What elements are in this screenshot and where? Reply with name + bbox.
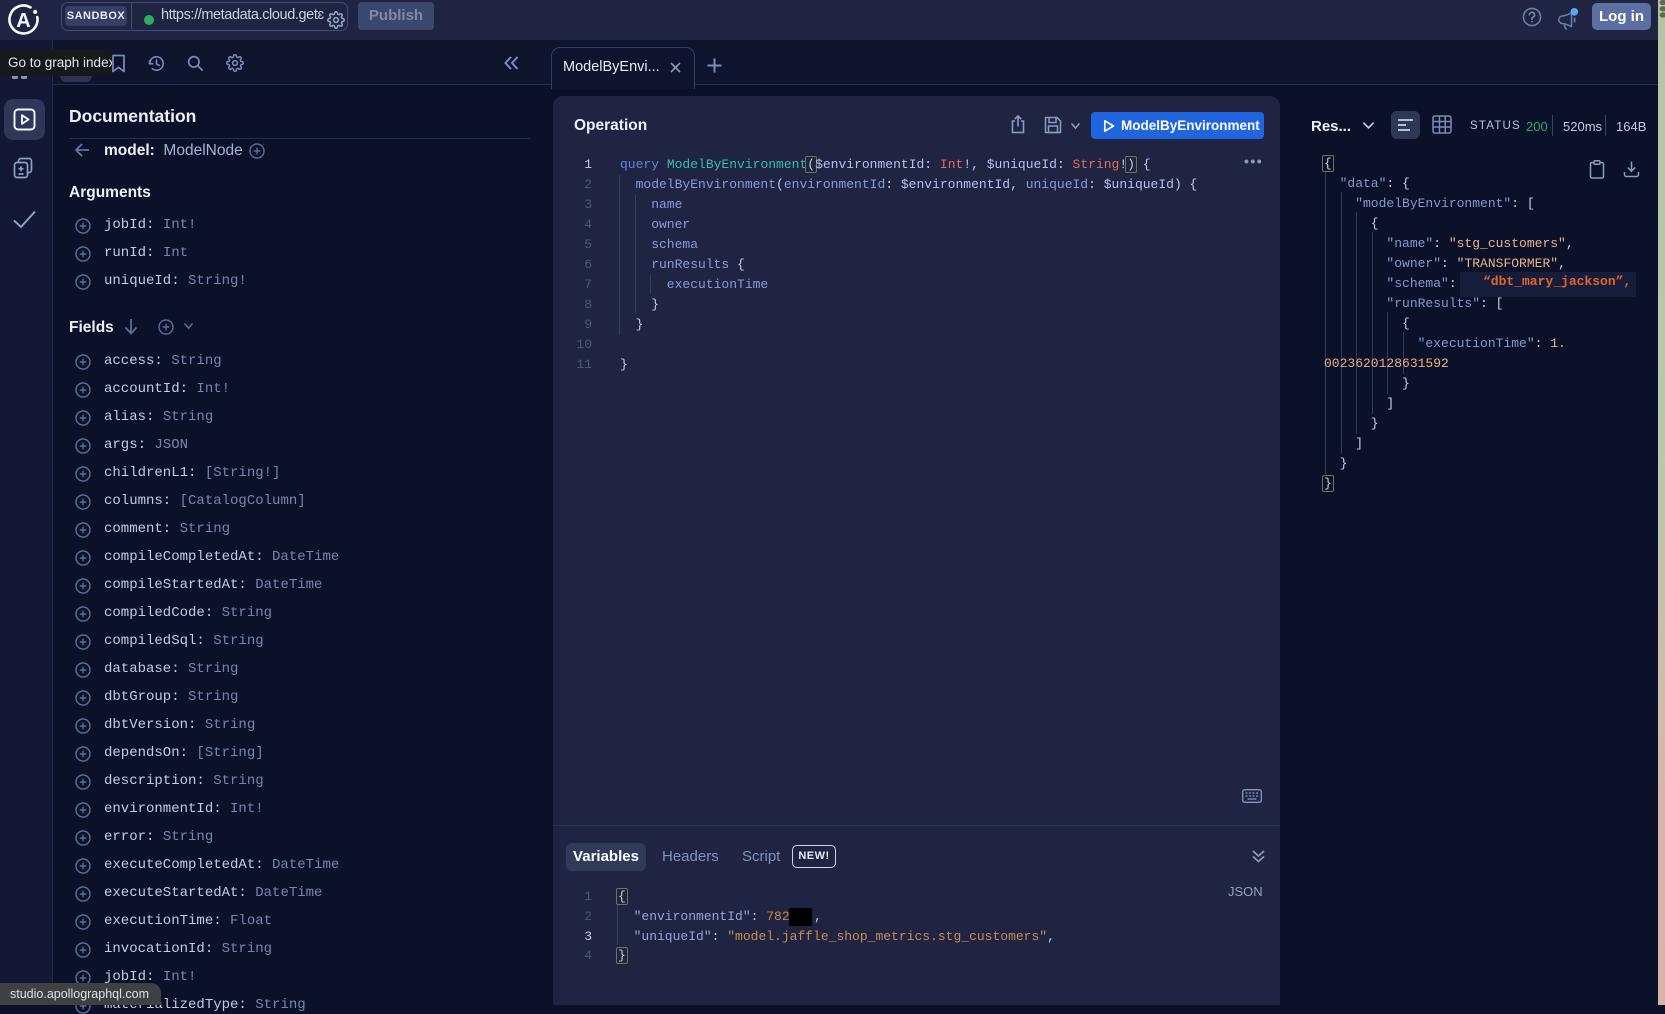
svg-text:A: A [16,10,30,32]
